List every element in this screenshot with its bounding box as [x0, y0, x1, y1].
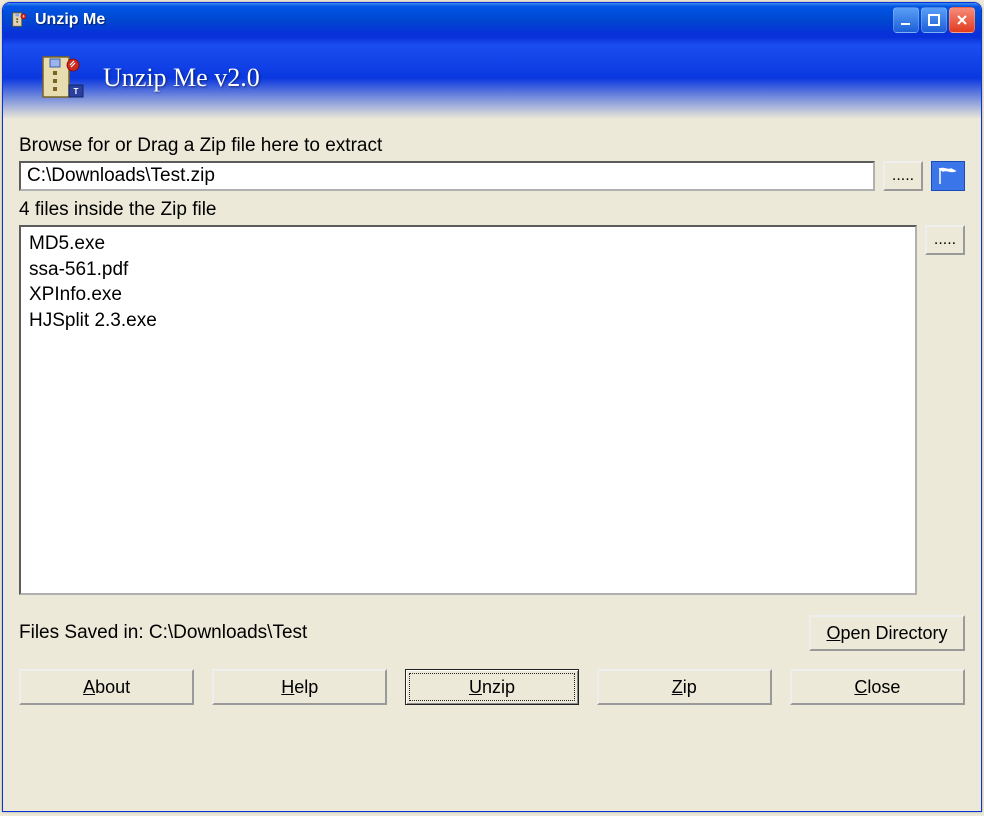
list-item[interactable]: HJSplit 2.3.exe [29, 308, 907, 334]
banner-icon: T [33, 51, 87, 105]
filelist-label: 4 files inside the Zip file [19, 199, 965, 221]
svg-text:T: T [74, 87, 79, 96]
browse-button[interactable]: ..... [883, 161, 923, 191]
list-item[interactable]: ssa-561.pdf [29, 257, 907, 283]
help-button[interactable]: Help [212, 669, 387, 705]
app-icon [9, 10, 29, 30]
banner: T Unzip Me v2.0 [3, 37, 981, 119]
banner-title: Unzip Me v2.0 [103, 63, 260, 93]
minimize-button[interactable] [893, 7, 919, 33]
filelist-more-button[interactable]: ..... [925, 225, 965, 255]
close-button[interactable]: Close [790, 669, 965, 705]
browse-label: Browse for or Drag a Zip file here to ex… [19, 135, 965, 157]
flag-icon-button[interactable] [931, 161, 965, 191]
unzip-button[interactable]: Unzip [405, 669, 578, 705]
about-button[interactable]: About [19, 669, 194, 705]
file-list[interactable]: MD5.exessa-561.pdfXPInfo.exeHJSplit 2.3.… [19, 225, 917, 595]
status-text: Files Saved in: C:\Downloads\Test [19, 622, 307, 644]
list-item[interactable]: MD5.exe [29, 231, 907, 257]
close-window-button[interactable] [949, 7, 975, 33]
window-title: Unzip Me [35, 11, 893, 29]
open-directory-button[interactable]: Open Directory [809, 615, 965, 651]
maximize-button[interactable] [921, 7, 947, 33]
zip-button[interactable]: Zip [597, 669, 772, 705]
zip-path-input[interactable] [19, 161, 875, 191]
titlebar[interactable]: Unzip Me [3, 3, 981, 37]
list-item[interactable]: XPInfo.exe [29, 282, 907, 308]
